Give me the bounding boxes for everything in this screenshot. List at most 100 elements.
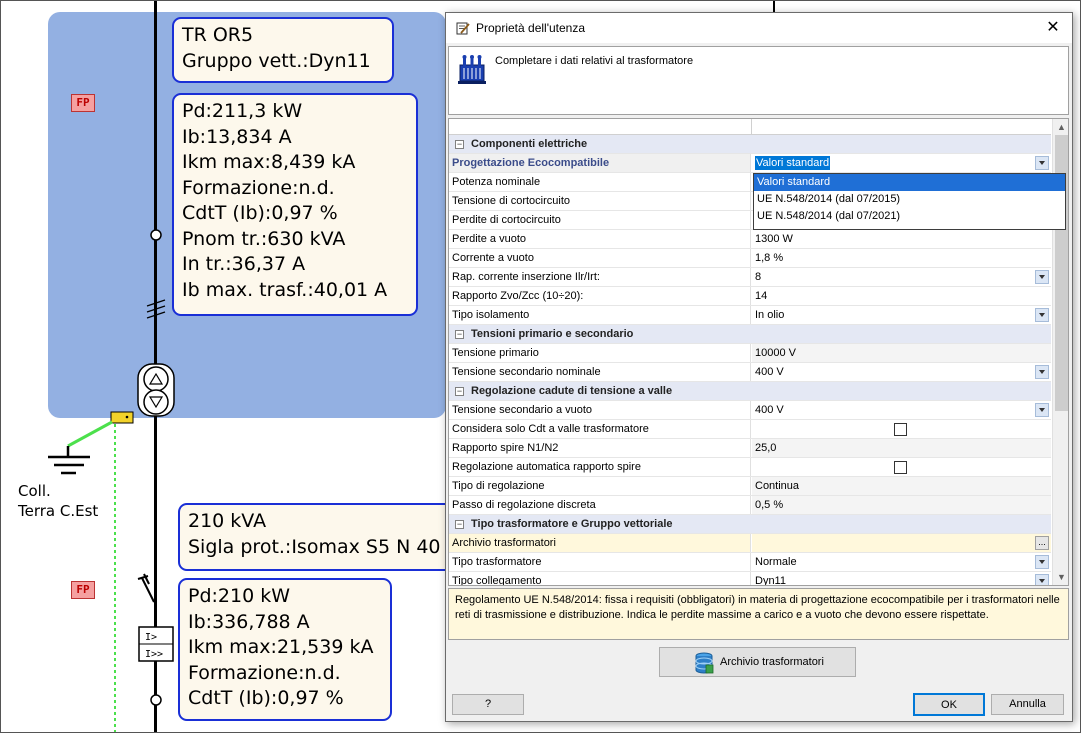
row-rapporto-spire[interactable]: Rapporto spire N1/N2 25,0	[449, 439, 1051, 458]
property-name: Passo di regolazione discreta	[449, 496, 751, 514]
row-tensione-secondario-vuoto[interactable]: Tensione secondario a vuoto 400 V	[449, 401, 1051, 420]
protection-info-box[interactable]: 210 kVA Sigla prot.:Isomax S5 N 40	[178, 503, 468, 571]
scroll-down-icon[interactable]: ▼	[1053, 569, 1068, 585]
vector-group: Gruppo vett.:Dyn11	[182, 49, 371, 72]
row-considera-cdt[interactable]: Considera solo Cdt a valle trasformatore	[449, 420, 1051, 439]
svg-text:I>>: I>>	[145, 649, 163, 660]
dropdown-arrow-icon[interactable]	[1035, 365, 1049, 379]
category-tipo-trasformatore[interactable]: − Tipo trasformatore e Gruppo vettoriale	[449, 515, 1051, 534]
property-value	[752, 458, 1051, 476]
property-value-select[interactable]: 400 V	[752, 363, 1051, 381]
property-value[interactable]: 1,8 %	[752, 249, 1051, 267]
row-rapporto-zvo-zcc[interactable]: Rapporto Zvo/Zcc (10÷20): 14	[449, 287, 1051, 306]
row-tensione-primario[interactable]: Tensione primario 10000 V	[449, 344, 1051, 363]
dropdown-arrow-icon[interactable]	[1035, 403, 1049, 417]
property-value: 25,0	[752, 439, 1051, 457]
property-value-select[interactable]: Normale	[752, 553, 1051, 571]
property-value[interactable]: ...	[752, 534, 1051, 552]
dropdown-arrow-icon[interactable]	[1035, 574, 1049, 585]
collapse-icon[interactable]: −	[455, 140, 464, 149]
property-name: Progettazione Ecocompatibile	[449, 154, 751, 172]
cdt-checkbox[interactable]	[894, 423, 907, 436]
transformer-info-box[interactable]: TR OR5 Gruppo vett.:Dyn11	[172, 17, 394, 83]
scroll-up-icon[interactable]: ▲	[1053, 119, 1068, 135]
category-tensioni[interactable]: − Tensioni primario e secondario	[449, 325, 1051, 344]
property-name: Perdite di cortocircuito	[449, 211, 751, 229]
row-rapporto-corrente-inserzione[interactable]: Rap. corrente inserzione Ilr/Irt: 8	[449, 268, 1051, 287]
dialog-titlebar[interactable]: Proprietà dell'utenza ✕	[446, 13, 1072, 43]
selected-value: 8	[755, 271, 762, 283]
protection-relay-symbol[interactable]: I> I>>	[138, 626, 174, 662]
collapse-icon[interactable]: −	[455, 330, 464, 339]
row-tipo-isolamento[interactable]: Tipo isolamento In olio	[449, 306, 1051, 325]
result-line: Pd:210 kW	[188, 585, 291, 607]
collapse-icon[interactable]: −	[455, 387, 464, 396]
dropdown-arrow-icon[interactable]	[1035, 156, 1049, 170]
property-name: Rap. corrente inserzione Ilr/Irt:	[449, 268, 751, 286]
category-componenti-elettriche[interactable]: − Componenti elettriche	[449, 135, 1051, 154]
row-passo-regolazione[interactable]: Passo di regolazione discreta 0,5 %	[449, 496, 1051, 515]
browse-button[interactable]: ...	[1035, 536, 1049, 550]
dropdown-arrow-icon[interactable]	[1035, 308, 1049, 322]
row-tipo-trasformatore[interactable]: Tipo trasformatore Normale	[449, 553, 1051, 572]
result-line: Ikm max:8,439 kA	[182, 151, 356, 173]
dropdown-option[interactable]: UE N.548/2014 (dal 07/2021)	[754, 208, 1065, 225]
property-grid[interactable]: − Componenti elettriche Progettazione Ec…	[448, 118, 1069, 586]
upper-results-box[interactable]: Pd:211,3 kW Ib:13,834 A Ikm max:8,439 kA…	[172, 93, 418, 316]
dropdown-arrow-icon[interactable]	[1035, 555, 1049, 569]
junction-node[interactable]	[150, 229, 162, 241]
transformer-symbol[interactable]	[137, 363, 175, 417]
ecodesign-dropdown-list[interactable]: Valori standard UE N.548/2014 (dal 07/20…	[753, 173, 1066, 230]
selected-value: 400 V	[755, 404, 784, 416]
close-button[interactable]: ✕	[1042, 17, 1064, 39]
collapse-icon[interactable]: −	[455, 520, 464, 529]
row-archivio-trasformatori[interactable]: Archivio trasformatori ...	[449, 534, 1051, 553]
property-value-select[interactable]: Dyn11	[752, 572, 1051, 585]
database-icon	[695, 652, 714, 674]
help-button[interactable]: ?	[452, 694, 524, 715]
row-progettazione-ecocompatibile[interactable]: Progettazione Ecocompatibile Valori stan…	[449, 154, 1051, 173]
category-label: Componenti elettriche	[471, 138, 588, 150]
archive-button-label: Archivio trasformatori	[720, 656, 824, 668]
breaker-symbol[interactable]	[137, 573, 155, 603]
lower-results-box[interactable]: Pd:210 kW Ib:336,788 A Ikm max:21,539 kA…	[178, 578, 392, 721]
dropdown-option[interactable]: Valori standard	[754, 174, 1065, 191]
dropdown-arrow-icon[interactable]	[1035, 270, 1049, 284]
earth-link[interactable]	[67, 420, 113, 448]
property-value-select[interactable]: In olio	[752, 306, 1051, 324]
row-regolazione-automatica[interactable]: Regolazione automatica rapporto spire	[449, 458, 1051, 477]
row-tipo-collegamento[interactable]: Tipo collegamento Dyn11	[449, 572, 1051, 585]
archive-transformers-button[interactable]: Archivio trasformatori	[659, 647, 856, 677]
result-line: CdtT (Ib):0,97 %	[182, 202, 338, 224]
properties-dialog: Proprietà dell'utenza ✕ Completare i dat…	[445, 12, 1073, 722]
result-line: Ib max. trasf.:40,01 A	[182, 278, 388, 301]
result-line: CdtT (Ib):0,97 %	[188, 687, 344, 709]
row-perdite-vuoto[interactable]: Perdite a vuoto 1300 W	[449, 230, 1051, 249]
ok-button[interactable]: OK	[913, 693, 985, 716]
row-corrente-vuoto[interactable]: Corrente a vuoto 1,8 %	[449, 249, 1051, 268]
row-tensione-secondario-nominale[interactable]: Tensione secondario nominale 400 V	[449, 363, 1051, 382]
header-instruction: Completare i dati relativi al trasformat…	[495, 55, 694, 67]
fp-badge-upper[interactable]: FP	[71, 94, 95, 112]
property-value[interactable]: 1300 W	[752, 230, 1051, 248]
property-value-select[interactable]: 8	[752, 268, 1051, 286]
fp-badge-lower[interactable]: FP	[71, 581, 95, 599]
property-value[interactable]: 14	[752, 287, 1051, 305]
grid-header	[449, 119, 1051, 135]
cancel-button[interactable]: Annulla	[991, 694, 1064, 715]
svg-text:I>: I>	[145, 632, 157, 643]
property-name: Tensione primario	[449, 344, 751, 362]
property-name: Rapporto Zvo/Zcc (10÷20):	[449, 287, 751, 305]
property-name: Tipo trasformatore	[449, 553, 751, 571]
row-tipo-regolazione[interactable]: Tipo di regolazione Continua	[449, 477, 1051, 496]
property-name: Perdite a vuoto	[449, 230, 751, 248]
property-value-select[interactable]: Valori standard	[752, 154, 1051, 172]
property-name: Rapporto spire N1/N2	[449, 439, 751, 457]
neutral-terminal[interactable]	[110, 411, 134, 424]
junction-node-lower[interactable]	[150, 694, 162, 706]
property-value-select[interactable]: 400 V	[752, 401, 1051, 419]
property-name: Tipo isolamento	[449, 306, 751, 324]
dropdown-option[interactable]: UE N.548/2014 (dal 07/2015)	[754, 191, 1065, 208]
auto-regulation-checkbox[interactable]	[894, 461, 907, 474]
category-regolazione[interactable]: − Regolazione cadute di tensione a valle	[449, 382, 1051, 401]
